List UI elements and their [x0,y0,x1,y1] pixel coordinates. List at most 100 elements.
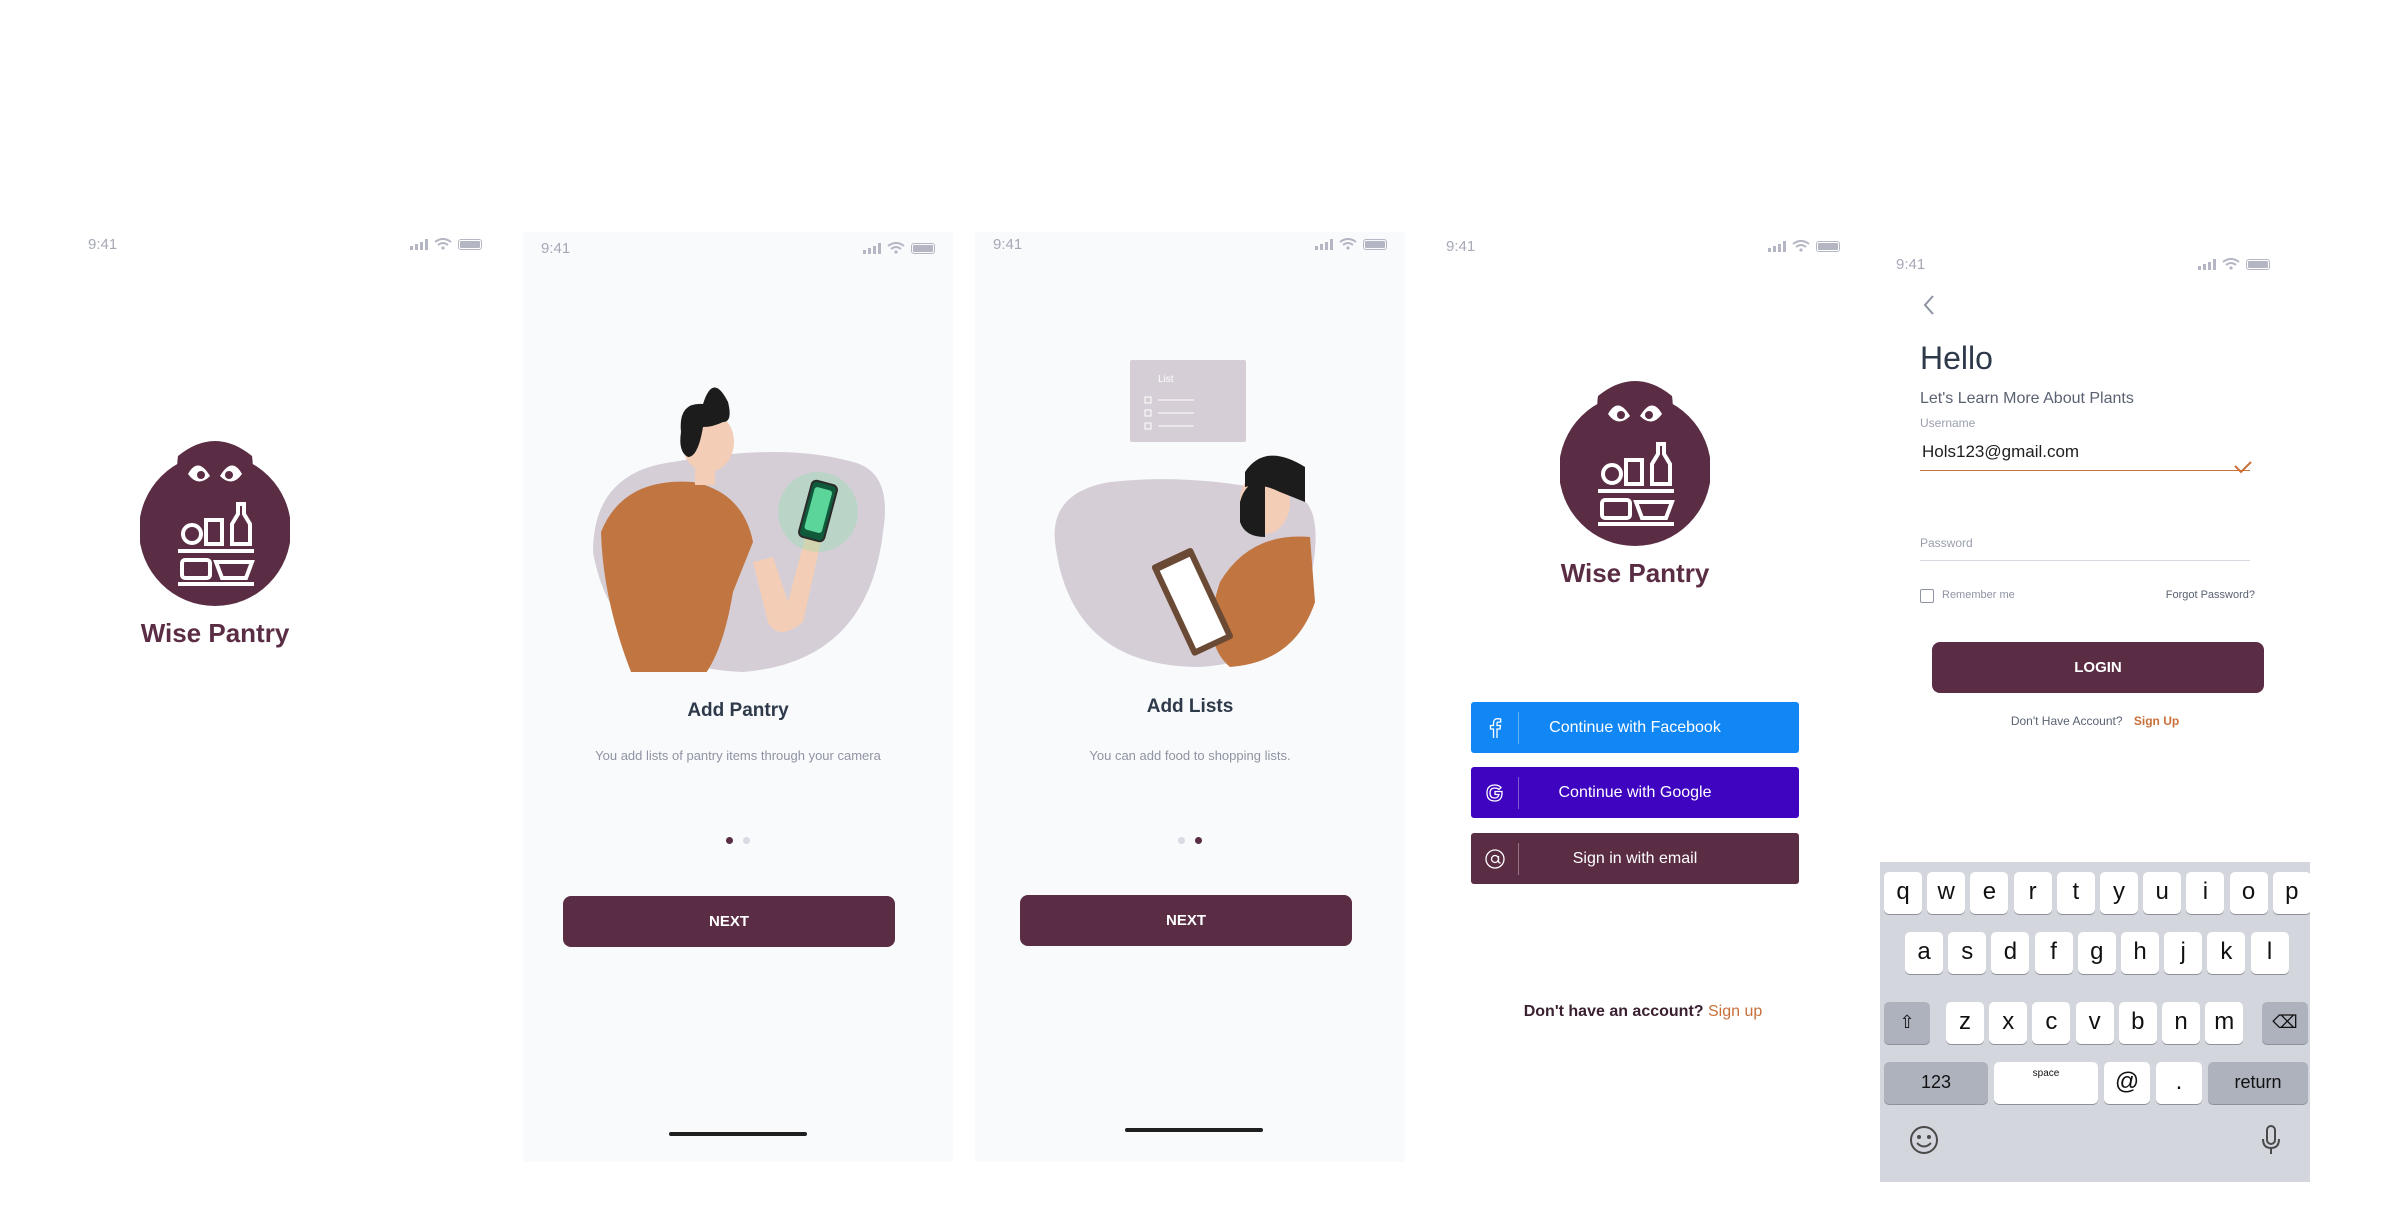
space-key[interactable]: space [1994,1062,2098,1104]
key-x[interactable]: x [1989,1002,2028,1044]
page-dot-active [1195,837,1202,844]
wifi-icon [1792,240,1810,252]
key-q[interactable]: q [1884,872,1922,914]
onboarding-lists-screen: 9:41 List Add Lists You can add food to … [975,232,1405,1162]
onboarding-title: Add Lists [1146,696,1234,717]
key-i[interactable]: i [2186,872,2225,914]
key-j[interactable]: j [2164,932,2203,974]
backspace-key[interactable]: ⌫ [2262,1002,2308,1044]
dot-key[interactable]: . [2156,1062,2202,1104]
key-m[interactable]: m [2205,1002,2244,1044]
key-l[interactable]: l [2250,932,2289,974]
greeting-heading: Hello [1920,340,1993,376]
app-logo: Wise Pantry [1559,372,1711,589]
battery-icon [2246,258,2270,270]
key-p[interactable]: p [2272,872,2310,914]
status-time: 9:41 [541,240,571,257]
login-button[interactable]: LOGIN [1932,642,2264,693]
email-button-label: Sign in with email [1572,849,1698,867]
back-chevron-icon[interactable] [1922,294,1936,316]
signal-icon [1315,238,1333,250]
signal-icon [2198,258,2216,270]
shift-key[interactable]: ⇧ [1884,1002,1930,1044]
wifi-icon [887,242,905,254]
key-w[interactable]: w [1927,872,1966,914]
owl-pantry-logo-icon [139,441,291,606]
man-with-clipboard-illustration [1054,455,1316,667]
username-input[interactable]: Hols123@gmail.com [1922,442,2079,462]
page-dot [743,837,750,844]
key-c[interactable]: c [2032,1002,2071,1044]
remember-me-checkbox[interactable] [1920,589,1934,603]
onboarding-description: You add lists of pantry items through yo… [595,748,881,763]
wifi-icon [2222,258,2240,270]
signup-prompt: Don't Have Account? Sign Up [1880,714,2310,728]
key-o[interactable]: o [2229,872,2268,914]
continue-with-google-button[interactable]: Continue with Google [1471,767,1799,818]
username-underline [1920,470,2250,471]
key-a[interactable]: a [1905,932,1943,974]
signal-icon [1768,240,1786,252]
username-label: Username [1920,416,1976,430]
key-u[interactable]: u [2143,872,2182,914]
app-logo: Wise Pantry [139,432,291,649]
facebook-button-label: Continue with Facebook [1549,718,1721,736]
status-bar: 9:41 [70,232,500,262]
wifi-icon [1339,238,1357,250]
wifi-icon [434,238,452,250]
key-d[interactable]: d [1991,932,2030,974]
key-g[interactable]: g [2077,932,2116,974]
checkmark-icon [2234,461,2252,474]
onboarding-pantry-screen: 9:41 Add Pantry You add lists of pantry … [523,232,953,1162]
password-input[interactable] [1920,560,2250,561]
owl-pantry-logo-icon [1559,381,1711,546]
battery-icon [458,238,482,250]
page-dot [1178,837,1185,844]
at-key[interactable]: @ [2104,1062,2150,1104]
key-v[interactable]: v [2075,1002,2114,1044]
signin-options-screen: 9:41 Wise Pantry Continue with Facebook … [1428,232,1858,1162]
microphone-icon[interactable] [2260,1124,2282,1156]
sign-up-link[interactable]: Sign Up [2134,714,2179,728]
status-bar: 9:41 [523,232,953,262]
brand-name: Wise Pantry [1560,558,1710,588]
return-key[interactable]: return [2208,1062,2308,1104]
page-indicator [523,837,953,844]
login-subtitle: Let's Learn More About Plants [1920,390,2134,407]
key-b[interactable]: b [2118,1002,2157,1044]
key-r[interactable]: r [2013,872,2052,914]
status-time: 9:41 [1896,256,1926,273]
brand-name: Wise Pantry [140,618,290,648]
list-card-label: List [1158,374,1174,385]
key-n[interactable]: n [2162,1002,2200,1044]
next-button[interactable]: NEXT [1020,895,1352,946]
status-time: 9:41 [993,236,1023,253]
battery-icon [1363,238,1387,250]
sign-up-link[interactable]: Sign up [1708,1003,1762,1020]
key-e[interactable]: e [1970,872,2009,914]
login-screen: 9:41 Hello Let's Learn More About Plants… [1880,232,2310,1182]
facebook-icon [1471,711,1519,744]
key-k[interactable]: k [2207,932,2246,974]
key-y[interactable]: y [2100,872,2138,914]
page-indicator [975,837,1405,844]
sign-in-with-email-button[interactable]: Sign in with email [1471,833,1799,884]
onboarding-description: You can add food to shopping lists. [1089,748,1291,763]
next-button[interactable]: NEXT [563,896,895,947]
key-s[interactable]: s [1948,932,1987,974]
signup-prompt: Don't have an account? Sign up [1428,1003,1858,1021]
at-sign-icon [1471,842,1519,875]
numbers-key[interactable]: 123 [1884,1062,1988,1104]
continue-with-facebook-button[interactable]: Continue with Facebook [1471,702,1799,753]
key-t[interactable]: t [2056,872,2095,914]
battery-icon [911,242,935,254]
key-h[interactable]: h [2121,932,2159,974]
splash-screen: 9:41 Wise Pantry [70,232,500,1162]
key-z[interactable]: z [1946,1002,1984,1044]
emoji-icon[interactable] [1908,1124,1940,1156]
status-icons [1315,238,1387,250]
list-card: List [1130,360,1246,442]
key-f[interactable]: f [2034,932,2073,974]
forgot-password-link[interactable]: Forgot Password? [2166,589,2255,601]
remember-me-label: Remember me [1942,589,2015,601]
